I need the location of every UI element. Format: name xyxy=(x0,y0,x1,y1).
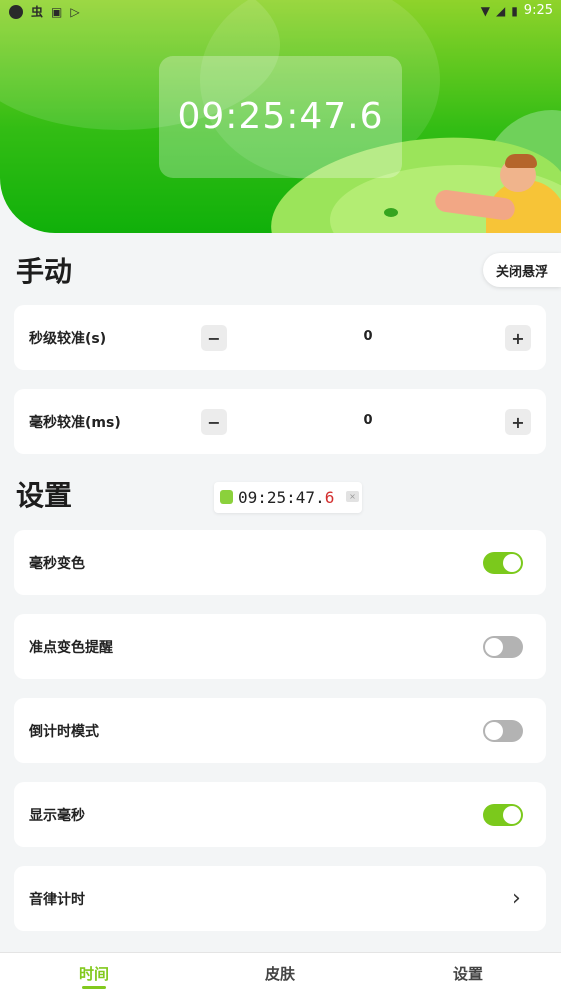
battery-icon: ▮ xyxy=(511,3,518,18)
milliseconds-calibration-row: 毫秒较准(ms) − 0 + xyxy=(14,389,546,454)
close-float-button[interactable]: 关闭悬浮 xyxy=(483,253,561,287)
clock-display: 09:25:47.6 xyxy=(177,96,384,137)
countdown-toggle[interactable] xyxy=(483,720,523,742)
floating-clock-widget[interactable]: 09:25:47.6 × xyxy=(214,482,362,513)
app-icon xyxy=(220,490,233,504)
status-bar: 虫 ▣ ▷ ▼ ◢ ▮ 9:25 xyxy=(0,0,561,24)
setting-label: 毫秒变色 xyxy=(29,556,85,572)
a-badge-icon: ▣ xyxy=(51,4,63,19)
header-banner: 09:25:47.6 xyxy=(0,0,561,233)
tab-settings[interactable]: 设置 xyxy=(428,963,508,984)
section-title-manual: 手动 xyxy=(16,255,73,288)
hourly-reminder-toggle[interactable] xyxy=(483,636,523,658)
status-time: 9:25 xyxy=(523,3,553,18)
play-store-icon: ▷ xyxy=(70,4,80,19)
bottom-tab-bar: 时间 皮肤 设置 xyxy=(0,952,561,998)
seconds-increment-button[interactable]: + xyxy=(505,325,531,351)
tab-time[interactable]: 时间 xyxy=(54,963,134,984)
setting-row-show-ms: 显示毫秒 xyxy=(14,782,546,847)
seconds-calibration-label: 秒级较准(s) xyxy=(29,331,107,347)
setting-label: 准点变色提醒 xyxy=(29,640,113,656)
record-dot-icon xyxy=(9,4,23,19)
active-tab-indicator xyxy=(82,986,106,989)
floating-clock-time: 09:25:47.6 xyxy=(238,488,335,507)
tab-skin[interactable]: 皮肤 xyxy=(240,963,320,984)
setting-row-hourly-reminder: 准点变色提醒 xyxy=(14,614,546,679)
seconds-calibration-row: 秒级较准(s) − 0 + xyxy=(14,305,546,370)
setting-label: 音律计时 xyxy=(29,892,85,908)
floating-clock-ms: 6 xyxy=(324,488,335,507)
show-ms-toggle[interactable] xyxy=(483,804,523,826)
wifi-icon: ▼ xyxy=(480,3,490,18)
no-signal-icon: ◢ xyxy=(495,3,506,18)
seconds-calibration-value: 0 xyxy=(363,329,373,344)
clock-panel: 09:25:47.6 xyxy=(159,56,402,178)
setting-label: 显示毫秒 xyxy=(29,808,85,824)
seconds-decrement-button[interactable]: − xyxy=(201,325,227,351)
setting-row-ms-color: 毫秒变色 xyxy=(14,530,546,595)
milliseconds-calibration-value: 0 xyxy=(363,413,373,428)
ms-color-toggle[interactable] xyxy=(483,552,523,574)
setting-label: 倒计时模式 xyxy=(29,724,99,740)
setting-row-countdown: 倒计时模式 xyxy=(14,698,546,763)
milliseconds-decrement-button[interactable]: − xyxy=(201,409,227,435)
milliseconds-calibration-label: 毫秒较准(ms) xyxy=(29,415,121,431)
section-title-settings: 设置 xyxy=(16,479,73,512)
bug-icon: 虫 xyxy=(31,5,44,19)
chevron-right-icon: › xyxy=(512,886,521,911)
setting-row-rhythm-timing[interactable]: 音律计时 › xyxy=(14,866,546,931)
close-icon[interactable]: × xyxy=(346,491,359,502)
milliseconds-increment-button[interactable]: + xyxy=(505,409,531,435)
